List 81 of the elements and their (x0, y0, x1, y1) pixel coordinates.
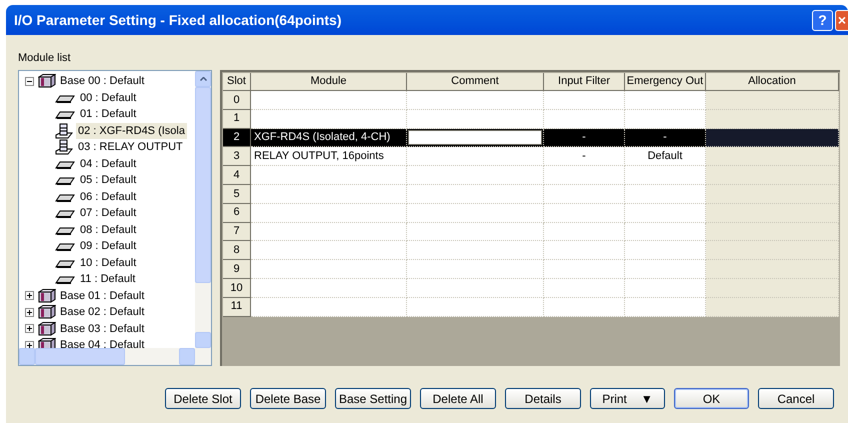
window-title: I/O Parameter Setting - Fixed allocation(64points) (14, 10, 343, 30)
column-header[interactable]: Emergency Out (625, 73, 706, 91)
vertical-scrollbar[interactable] (195, 71, 211, 348)
expand-icon[interactable] (25, 324, 34, 334)
comment-edit-cell[interactable] (407, 128, 544, 148)
column-header[interactable]: Module (251, 73, 407, 91)
empty-slot-icon (55, 258, 75, 268)
tree-item[interactable]: 08 : Default (78, 222, 138, 238)
dialog-button[interactable]: Delete Base (250, 388, 326, 409)
rack-icon (38, 288, 56, 303)
tree-item[interactable]: Base 00 : Default (60, 73, 144, 90)
print-button[interactable]: Print ▼ (590, 388, 665, 409)
collapse-icon[interactable] (25, 76, 34, 86)
table-cell: - (625, 128, 706, 148)
dialog-button[interactable]: Delete All (420, 388, 496, 409)
tree-item[interactable]: 06 : Default (78, 188, 138, 205)
row-header[interactable]: 3 (223, 147, 251, 166)
scroll-thumb[interactable] (35, 348, 125, 365)
tree-item[interactable]: 05 : Default (78, 172, 138, 188)
empty-slot-icon (55, 192, 75, 202)
expand-icon[interactable] (25, 291, 34, 300)
row-header[interactable]: 10 (223, 278, 251, 298)
table-cell: RELAY OUTPUT, 16points (251, 147, 407, 166)
rack-icon (38, 305, 56, 320)
empty-slot-icon (55, 241, 75, 252)
table-cell: Default (625, 147, 706, 166)
module-icon (55, 122, 73, 139)
empty-slot-icon (55, 92, 75, 103)
row-header[interactable]: 2 (223, 128, 251, 148)
help-button[interactable]: ? (812, 10, 833, 30)
row-header[interactable]: 6 (223, 204, 251, 223)
tree-item[interactable]: 02 : XGF-RD4S (Isola (76, 122, 187, 139)
tree-item[interactable]: Base 03 : Default (60, 320, 144, 337)
empty-slot-icon (55, 158, 75, 169)
dialog-button[interactable]: OK (674, 388, 749, 409)
empty-slot-icon (55, 109, 75, 120)
tree-item[interactable]: 10 : Default (78, 254, 138, 271)
tree-item[interactable]: 01 : Default (78, 106, 138, 122)
tree-item[interactable]: 11 : Default (78, 271, 138, 288)
tree-item[interactable]: 00 : Default (78, 90, 138, 106)
dialog-button[interactable]: Base Setting (335, 388, 411, 409)
horizontal-scrollbar[interactable] (19, 348, 211, 365)
row-header[interactable]: 5 (223, 184, 251, 204)
empty-slot-icon (55, 208, 75, 218)
rack-icon (38, 74, 56, 88)
row-header[interactable]: 0 (223, 91, 251, 110)
dialog-button[interactable]: Details (505, 388, 581, 409)
tree-item[interactable]: Base 01 : Default (60, 288, 144, 304)
column-header[interactable]: Comment (407, 73, 544, 91)
empty-slot-icon (55, 274, 75, 284)
expand-icon[interactable] (25, 340, 34, 348)
row-header[interactable]: 9 (223, 260, 251, 279)
module-icon (55, 139, 73, 156)
scroll-up-button[interactable] (195, 71, 211, 87)
module-list-label: Module list (18, 51, 71, 64)
tree-item[interactable]: 09 : Default (78, 238, 138, 254)
dialog-button[interactable]: Cancel (758, 388, 834, 409)
column-header[interactable]: Input Filter (544, 73, 625, 91)
tree-item[interactable]: Base 04 : Default (60, 337, 144, 348)
expand-icon[interactable] (25, 308, 34, 317)
row-header[interactable]: 1 (223, 110, 251, 129)
rack-icon (38, 322, 56, 336)
empty-slot-icon (55, 224, 75, 235)
row-header[interactable]: 8 (223, 241, 251, 260)
tree-item[interactable]: 04 : Default (78, 156, 138, 172)
tree-item[interactable]: Base 02 : Default (60, 304, 144, 320)
close-button[interactable]: × (835, 10, 848, 30)
table-cell: XGF-RD4S (Isolated, 4-CH) (251, 128, 407, 148)
scroll-thumb[interactable] (195, 87, 211, 283)
empty-slot-icon (55, 175, 75, 186)
table-cell: - (544, 147, 625, 166)
dialog-button[interactable]: Delete Slot (165, 388, 241, 409)
row-header[interactable]: 11 (223, 298, 251, 317)
tree-item[interactable]: 03 : RELAY OUTPUT (76, 139, 185, 156)
tree-item[interactable]: 07 : Default (78, 205, 138, 222)
chevron-up-icon (200, 77, 206, 81)
column-header[interactable]: Allocation (706, 73, 839, 91)
column-header[interactable]: Slot (223, 73, 251, 91)
row-header[interactable]: 7 (223, 222, 251, 242)
table-cell: - (544, 128, 625, 148)
row-header[interactable]: 4 (223, 166, 251, 185)
